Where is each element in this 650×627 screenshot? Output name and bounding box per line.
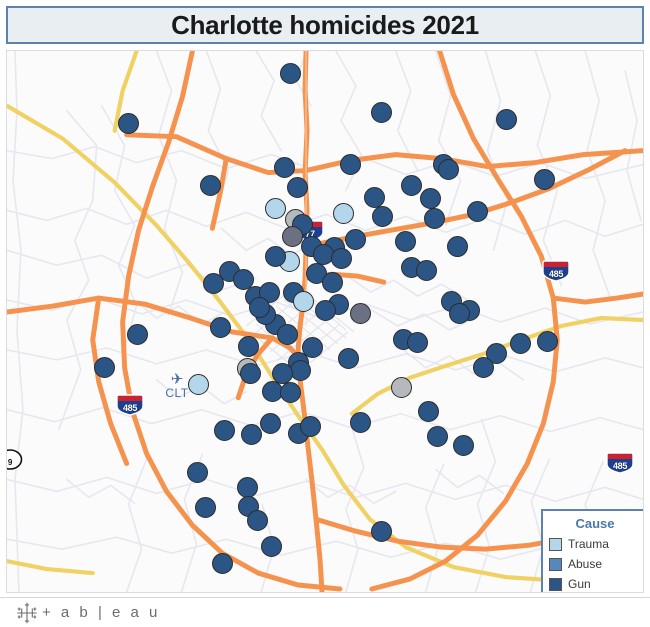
viz-title-bar: Charlotte homicides 2021: [6, 6, 644, 44]
map-marker[interactable]: [350, 412, 371, 433]
shield-i485-west: 485: [115, 393, 145, 417]
legend-label: Gun: [568, 577, 591, 591]
map-marker[interactable]: [293, 291, 314, 312]
tableau-wordmark: + a b | e a u: [42, 604, 161, 621]
tableau-viz: Charlotte homicides 2021 77 485 485 485 …: [0, 0, 650, 627]
map-marker[interactable]: [427, 426, 448, 447]
map-marker[interactable]: [210, 317, 231, 338]
map-marker[interactable]: [212, 553, 233, 574]
map-marker[interactable]: [418, 401, 439, 422]
map-marker[interactable]: [241, 424, 262, 445]
tableau-logo[interactable]: + a b | e a u: [16, 602, 160, 624]
map-marker[interactable]: [534, 169, 555, 190]
map-marker[interactable]: [282, 226, 303, 247]
map-marker[interactable]: [238, 336, 259, 357]
map-marker[interactable]: [203, 273, 224, 294]
map-marker[interactable]: [187, 462, 208, 483]
legend-label: Abuse: [568, 557, 603, 571]
map-marker[interactable]: [537, 331, 558, 352]
map-marker[interactable]: [195, 497, 216, 518]
legend-swatch-gun: [549, 577, 562, 591]
map-marker[interactable]: [277, 324, 298, 345]
map-marker[interactable]: [331, 248, 352, 269]
map-marker[interactable]: [237, 477, 258, 498]
map-marker[interactable]: [290, 360, 311, 381]
legend-item-gun[interactable]: Gun: [549, 574, 641, 592]
map-marker[interactable]: [265, 246, 286, 267]
map-marker[interactable]: [315, 300, 336, 321]
map-marker[interactable]: [118, 113, 139, 134]
map-marker[interactable]: [371, 102, 392, 123]
map-marker[interactable]: [247, 510, 268, 531]
map-marker[interactable]: [287, 177, 308, 198]
map-marker[interactable]: [280, 63, 301, 84]
map-marker[interactable]: [274, 157, 295, 178]
map-marker[interactable]: [467, 201, 488, 222]
map-marker[interactable]: [188, 374, 209, 395]
legend-item-abuse[interactable]: Abuse: [549, 554, 641, 574]
map-marker[interactable]: [272, 363, 293, 384]
page-title: Charlotte homicides 2021: [171, 9, 479, 40]
map-marker[interactable]: [364, 187, 385, 208]
map-marker[interactable]: [453, 435, 474, 456]
map-marker[interactable]: [333, 203, 354, 224]
map-marker[interactable]: [473, 357, 494, 378]
map-marker[interactable]: [214, 420, 235, 441]
map-marker[interactable]: [127, 324, 148, 345]
map-marker[interactable]: [407, 332, 428, 353]
map-marker[interactable]: [200, 175, 221, 196]
tableau-footer: + a b | e a u: [0, 597, 650, 627]
legend-swatch-trauma: [549, 537, 562, 551]
tableau-mark-icon: [17, 602, 37, 623]
map-marker[interactable]: [338, 348, 359, 369]
map-marker[interactable]: [391, 377, 412, 398]
map-marker[interactable]: [261, 536, 282, 557]
legend-item-trauma[interactable]: Trauma: [549, 534, 641, 554]
map-marker[interactable]: [510, 333, 531, 354]
map-marker[interactable]: [420, 188, 441, 209]
map-marker[interactable]: [416, 260, 437, 281]
map-marker[interactable]: [280, 382, 301, 403]
map-pane[interactable]: 77 485 485 485 9 ✈ CLT Cause Trauma Abus…: [6, 50, 644, 593]
map-marker[interactable]: [371, 521, 392, 542]
map-marker[interactable]: [94, 357, 115, 378]
map-marker[interactable]: [496, 109, 517, 130]
map-marker[interactable]: [260, 413, 281, 434]
map-marker[interactable]: [449, 303, 470, 324]
shield-route-9: 9: [7, 449, 23, 470]
map-marker[interactable]: [447, 236, 468, 257]
map-marker[interactable]: [322, 272, 343, 293]
map-marker[interactable]: [372, 206, 393, 227]
map-marker[interactable]: [300, 416, 321, 437]
legend-items[interactable]: TraumaAbuseGunUnknownVehicle: [549, 534, 641, 592]
map-marker[interactable]: [350, 303, 371, 324]
legend-label: Trauma: [568, 537, 609, 551]
map-marker[interactable]: [340, 154, 361, 175]
legend-swatch-abuse: [549, 557, 562, 571]
map-marker[interactable]: [424, 208, 445, 229]
map-marker[interactable]: [438, 159, 459, 180]
map-marker[interactable]: [401, 175, 422, 196]
map-marker[interactable]: [249, 297, 270, 318]
legend-cause[interactable]: Cause TraumaAbuseGunUnknownVehicle: [541, 509, 643, 592]
map-marker[interactable]: [240, 363, 261, 384]
map-marker[interactable]: [265, 198, 286, 219]
shield-i485-northeast: 485: [541, 259, 571, 283]
map-marker[interactable]: [345, 229, 366, 250]
map-marker[interactable]: [395, 231, 416, 252]
legend-title: Cause: [575, 516, 615, 531]
shield-i485-southeast: 485: [605, 451, 635, 475]
